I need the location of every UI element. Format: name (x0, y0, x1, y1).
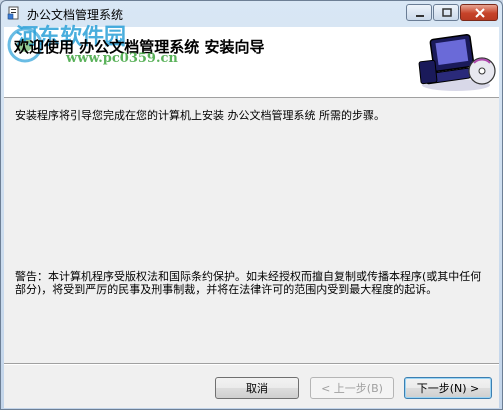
copyright-warning: 警告：本计算机程序受版权法和国际条约保护。如未经授权而擅自复制或传播本程序(或其… (15, 270, 482, 296)
intro-text: 安装程序将引导您完成在您的计算机上安装 办公文档管理系统 所需的步骤。 (15, 109, 385, 122)
close-icon (475, 8, 485, 18)
wizard-footer: 取消 < 上一步(B) 下一步(N) > (4, 363, 499, 408)
maximize-button[interactable] (433, 4, 459, 21)
minimize-button[interactable] (406, 4, 432, 21)
installer-window: 办公文档管理系统 河东软件园 欢迎使用 办公文档管理系统 安装向导 www.pc… (0, 0, 503, 410)
minimize-icon (416, 15, 424, 17)
next-button[interactable]: 下一步(N) > (404, 377, 492, 399)
back-button[interactable]: < 上一步(B) (310, 377, 394, 399)
cancel-button[interactable]: 取消 (215, 377, 299, 399)
watermark-url: www.pc0359.cn (66, 51, 178, 66)
wizard-header: 河东软件园 欢迎使用 办公文档管理系统 安装向导 www.pc0359.cn (4, 24, 499, 98)
wizard-content: 安装程序将引导您完成在您的计算机上安装 办公文档管理系统 所需的步骤。 警告：本… (4, 98, 499, 363)
footer-divider (4, 364, 499, 365)
maximize-icon (442, 8, 452, 17)
computer-cd-icon (418, 34, 496, 91)
close-button[interactable] (460, 4, 498, 21)
installer-icon (7, 6, 21, 20)
